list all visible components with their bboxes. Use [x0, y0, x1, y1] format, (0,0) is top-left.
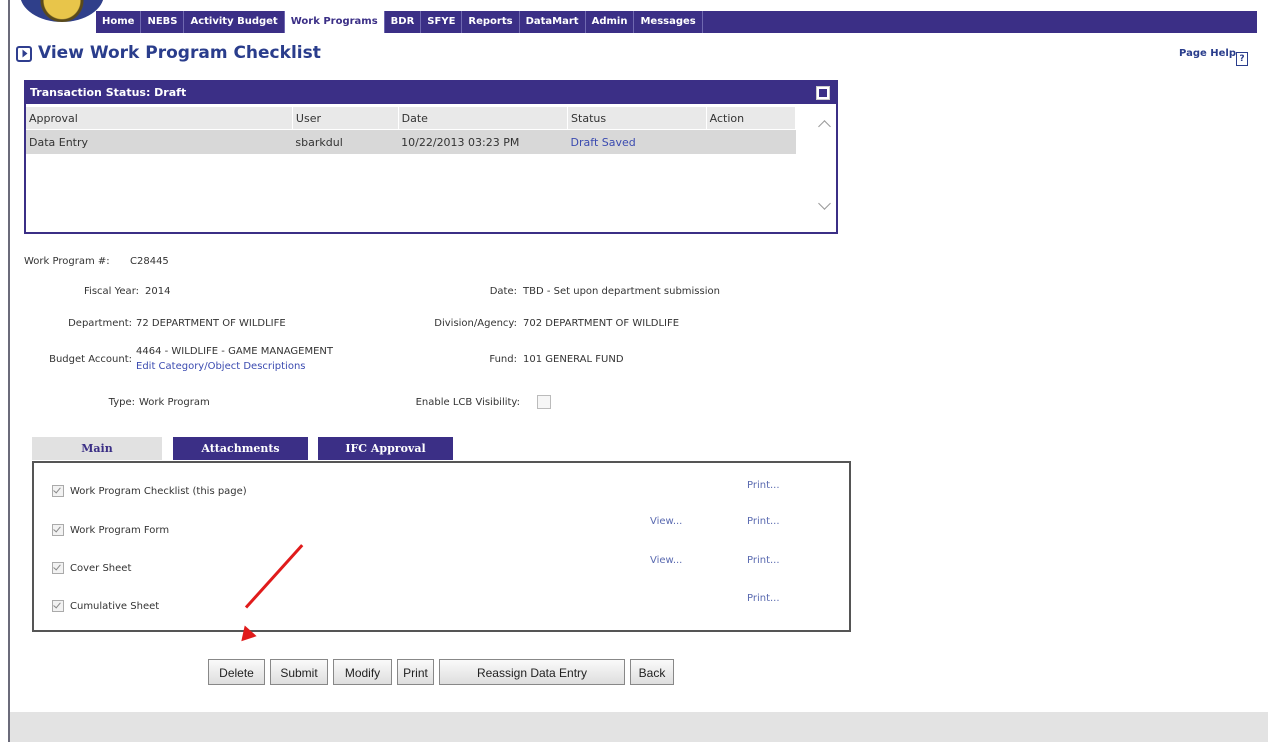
tab-main[interactable]: Main: [32, 437, 162, 460]
collapse-icon[interactable]: [816, 86, 830, 100]
print-link[interactable]: Print...: [747, 555, 780, 566]
table-row[interactable]: Data Entry sbarkdul 10/22/2013 03:23 PM …: [26, 129, 796, 154]
cell-date: 10/22/2013 03:23 PM: [398, 129, 568, 154]
column-header-action: Action: [706, 107, 797, 130]
tab-attachments[interactable]: Attachments: [173, 437, 308, 460]
column-header-status: Status: [567, 107, 707, 130]
checklist-checkbox[interactable]: [52, 600, 64, 612]
print-link[interactable]: Print...: [747, 593, 780, 604]
nav-tab-bdr[interactable]: BDR: [385, 11, 422, 33]
fund-label: Fund:: [489, 354, 517, 365]
nav-tab-admin[interactable]: Admin: [586, 11, 635, 33]
scroll-up-icon[interactable]: [818, 120, 831, 133]
cell-action: [706, 129, 796, 154]
nav-tab-work-programs[interactable]: Work Programs: [284, 11, 385, 33]
reassign-data-entry-button[interactable]: Reassign Data Entry: [439, 659, 625, 685]
scroll-down-icon[interactable]: [818, 197, 831, 210]
view-link[interactable]: View...: [650, 555, 682, 566]
checklist-panel: Work Program Checklist (this page) Print…: [32, 461, 851, 632]
back-button[interactable]: Back: [630, 659, 674, 685]
nav-tab-home[interactable]: Home: [96, 11, 142, 33]
state-seal-logo: [20, 0, 104, 22]
type-value: Work Program: [139, 397, 210, 408]
vertical-scrollbar[interactable]: [818, 116, 832, 218]
tab-ifc-approval[interactable]: IFC Approval: [318, 437, 453, 460]
edit-category-link[interactable]: Edit Category/Object Descriptions: [136, 361, 306, 372]
division-value: 702 DEPARTMENT OF WILDLIFE: [523, 318, 680, 329]
nav-tab-datamart[interactable]: DataMart: [520, 11, 586, 33]
title-row: View Work Program Checklist Page Help?: [16, 42, 1266, 66]
budget-account-label: Budget Account:: [49, 354, 132, 365]
footer-bar: [10, 712, 1268, 742]
checklist-item-label: Work Program Checklist (this page): [70, 486, 247, 497]
cell-status: Draft Saved: [567, 129, 707, 154]
print-link[interactable]: Print...: [747, 480, 780, 491]
nav-tab-nebs[interactable]: NEBS: [141, 11, 185, 33]
checklist-item: Cover Sheet: [52, 562, 131, 574]
delete-button[interactable]: Delete: [208, 659, 265, 685]
column-header-approval: Approval: [26, 107, 293, 130]
type-label: Type:: [108, 397, 135, 408]
date-value: TBD - Set upon department submission: [523, 286, 720, 297]
division-label: Division/Agency:: [434, 318, 517, 329]
nav-tab-reports[interactable]: Reports: [462, 11, 520, 33]
checklist-checkbox[interactable]: [52, 485, 64, 497]
main-nav: Home NEBS Activity Budget Work Programs …: [96, 11, 1257, 33]
date-label: Date:: [489, 286, 517, 297]
department-label: Department:: [68, 318, 132, 329]
modify-button[interactable]: Modify: [333, 659, 392, 685]
transaction-status-title: Transaction Status: Draft: [30, 86, 187, 99]
nav-tab-activity-budget[interactable]: Activity Budget: [184, 11, 285, 33]
work-program-value: C28445: [130, 256, 169, 267]
nav-tab-sfye[interactable]: SFYE: [421, 11, 463, 33]
print-button[interactable]: Print: [397, 659, 434, 685]
budget-account-value: 4464 - WILDLIFE - GAME MANAGEMENT: [136, 346, 334, 357]
department-value: 72 DEPARTMENT OF WILDLIFE: [136, 318, 286, 329]
fund-value: 101 GENERAL FUND: [523, 354, 624, 365]
left-window-edge: [8, 0, 10, 742]
cell-user: sbarkdul: [292, 129, 399, 154]
checklist-item-label: Cumulative Sheet: [70, 601, 160, 612]
checklist-item: Work Program Form: [52, 524, 169, 536]
expand-circle-icon: [16, 46, 32, 62]
nav-tab-messages[interactable]: Messages: [634, 11, 703, 33]
checklist-checkbox[interactable]: [52, 524, 64, 536]
print-link[interactable]: Print...: [747, 516, 780, 527]
lcb-visibility-label: Enable LCB Visibility:: [415, 397, 520, 408]
checklist-item-label: Work Program Form: [70, 525, 170, 536]
table-header-row: Approval User Date Status Action: [26, 107, 797, 130]
checklist-item-label: Cover Sheet: [70, 563, 132, 574]
transaction-status-panel: Transaction Status: Draft Approval User …: [24, 80, 838, 234]
page-help-link[interactable]: Page Help?: [1179, 48, 1250, 66]
column-header-date: Date: [398, 107, 569, 130]
submit-button[interactable]: Submit: [270, 659, 328, 685]
page-help-label[interactable]: Page Help: [1179, 48, 1236, 59]
checklist-item: Cumulative Sheet: [52, 600, 159, 612]
transaction-status-header: Transaction Status: Draft: [26, 82, 836, 104]
checklist-item: Work Program Checklist (this page): [52, 485, 247, 497]
checklist-checkbox[interactable]: [52, 562, 64, 574]
cell-approval: Data Entry: [26, 129, 293, 154]
help-icon[interactable]: ?: [1236, 52, 1248, 66]
fiscal-year-label: Fiscal Year:: [84, 286, 139, 297]
view-link[interactable]: View...: [650, 516, 682, 527]
column-header-user: User: [292, 107, 399, 130]
page-title: View Work Program Checklist: [38, 43, 321, 63]
transaction-table: Approval User Date Status Action Data En…: [26, 107, 797, 154]
work-program-label: Work Program #:: [24, 256, 110, 267]
lcb-visibility-checkbox[interactable]: [537, 395, 551, 409]
fiscal-year-value: 2014: [145, 286, 171, 297]
